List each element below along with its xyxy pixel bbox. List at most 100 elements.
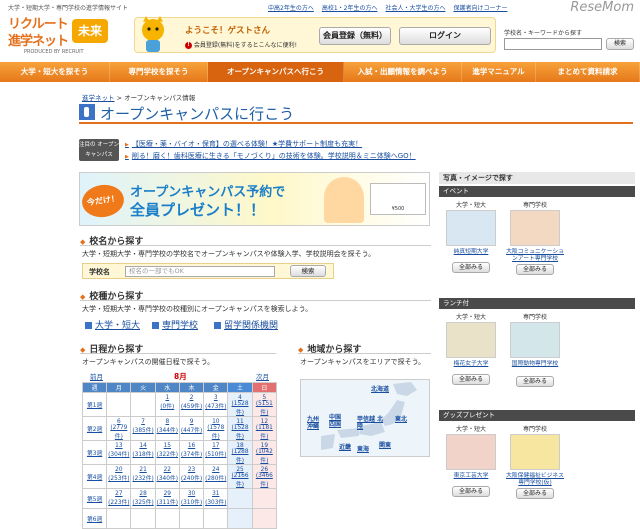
calendar-day[interactable]: 15 (322件) bbox=[154, 440, 180, 465]
day-count: (223件) bbox=[108, 500, 130, 506]
see-all-univ-button[interactable]: 全部みる bbox=[452, 486, 490, 497]
calendar-day[interactable]: 28 (325件) bbox=[130, 488, 156, 509]
region-kanto[interactable]: 関東 bbox=[379, 440, 391, 449]
calendar-day[interactable]: 30 (310件) bbox=[178, 488, 205, 509]
region-kyushu[interactable]: 九州 沖縄 bbox=[307, 416, 321, 430]
calendar-day[interactable]: 25 (2166件) bbox=[227, 464, 253, 489]
site-logo[interactable]: リクルート 進学ネット 未来 PRODUCED BY RECRUIT bbox=[6, 13, 118, 55]
see-all-univ-button[interactable]: 全部みる bbox=[452, 374, 490, 385]
calendar-day[interactable]: 1 (0件) bbox=[154, 392, 180, 417]
region-tohoku[interactable]: 東北 bbox=[395, 414, 407, 423]
top-link-junior[interactable]: 中高2年生の方へ bbox=[268, 3, 314, 12]
voc-photo[interactable] bbox=[510, 210, 560, 246]
notice-label: 注目の オープンキャンパス bbox=[79, 139, 119, 161]
week-link[interactable]: 第3週 bbox=[81, 440, 108, 465]
nav-university[interactable]: 大学・短大を探そう bbox=[0, 62, 110, 82]
calendar-day[interactable]: 12 (1181件) bbox=[251, 416, 278, 441]
calendar-day[interactable]: 24 (280件) bbox=[203, 464, 229, 489]
week-link[interactable]: 第1週 bbox=[81, 392, 108, 417]
nav-vocational[interactable]: 専門学校を探そう bbox=[110, 62, 208, 82]
calendar-day[interactable]: 31 (303件) bbox=[203, 488, 229, 509]
calendar-day[interactable]: 18 (1288件) bbox=[227, 440, 253, 465]
see-all-voc-button[interactable]: 全部みる bbox=[516, 376, 554, 387]
top-link-high[interactable]: 高校1・2年生の方へ bbox=[322, 3, 378, 12]
type-university-link[interactable]: 大学・短大 bbox=[85, 318, 140, 331]
univ-caption-link[interactable]: 梅花女子大学 bbox=[440, 361, 502, 368]
calendar-day[interactable]: 27 (223件) bbox=[106, 488, 132, 509]
univ-caption-link[interactable]: 純真短期大学 bbox=[440, 249, 502, 256]
calendar-day[interactable]: 26 (3466件) bbox=[251, 464, 278, 489]
top-link-parent[interactable]: 保護者向けコーナー bbox=[453, 3, 507, 12]
welcome-sub-text[interactable]: 会員登録(無料)をするとこんなに便利! bbox=[194, 42, 297, 49]
day-number: 28 bbox=[139, 491, 147, 497]
calendar-day[interactable]: 11 (1528件) bbox=[227, 416, 253, 441]
day-number: 15 bbox=[163, 443, 171, 449]
calendar-day[interactable]: 9 (447件) bbox=[178, 416, 205, 441]
voc-photo[interactable] bbox=[510, 434, 560, 470]
page-title: オープンキャンパスに行こう bbox=[100, 105, 295, 123]
region-hokkaido[interactable]: 北海道 bbox=[371, 384, 389, 393]
week-link[interactable]: 第4週 bbox=[81, 464, 108, 489]
calendar-day[interactable]: 3 (473件) bbox=[203, 392, 229, 417]
week-link[interactable]: 第5週 bbox=[81, 488, 108, 509]
calendar-day[interactable]: 23 (240件) bbox=[178, 464, 205, 489]
voc-caption-link[interactable]: 大阪コミュニケーションアート専門学校 bbox=[504, 249, 566, 263]
see-all-voc-button[interactable]: 全部みる bbox=[516, 488, 554, 499]
top-links: 中高2年生の方へ 高校1・2年生の方へ 社会人・大学生の方へ 保護者向けコーナー bbox=[268, 3, 508, 12]
calendar-day[interactable]: 21 (232件) bbox=[130, 464, 156, 489]
login-button[interactable]: ログイン bbox=[399, 27, 491, 45]
nav-manual[interactable]: 進学マニュアル bbox=[462, 62, 536, 82]
calendar-day[interactable]: 2 (459件) bbox=[178, 392, 205, 417]
nav-exam-info[interactable]: 入試・出願情報を調べよう bbox=[344, 62, 462, 82]
type-study-abroad-link[interactable]: 留学関係機関 bbox=[214, 318, 278, 331]
voc-caption-link[interactable]: 国際動物専門学校 bbox=[504, 361, 566, 368]
calendar-day[interactable]: 20 (253件) bbox=[106, 464, 132, 489]
breadcrumb-home[interactable]: 進学ネット bbox=[82, 94, 115, 102]
nav-request[interactable]: まとめて資料請求 bbox=[536, 62, 640, 82]
calendar-day[interactable]: 4 (1528件) bbox=[227, 392, 253, 417]
top-link-adult[interactable]: 社会人・大学生の方へ bbox=[385, 3, 445, 12]
calendar-day[interactable]: 16 (374件) bbox=[178, 440, 205, 465]
calendar-day[interactable]: 13 (304件) bbox=[106, 440, 132, 465]
calendar-next[interactable]: 次月 bbox=[256, 371, 269, 381]
school-name-input[interactable]: 校名の一部でもOK bbox=[125, 266, 275, 277]
school-name-label: 学校名 bbox=[89, 268, 110, 276]
week-link[interactable]: 第6週 bbox=[81, 508, 108, 529]
search-button[interactable]: 検索 bbox=[606, 38, 634, 50]
nav-open-campus[interactable]: オープンキャンパスへ行こう bbox=[208, 62, 344, 82]
see-all-voc-button[interactable]: 全部みる bbox=[516, 264, 554, 275]
region-chugoku[interactable]: 中国 四国 bbox=[329, 414, 343, 428]
calendar-day bbox=[251, 508, 278, 529]
calendar-day[interactable]: 22 (340件) bbox=[154, 464, 180, 489]
week-link[interactable]: 第2週 bbox=[81, 416, 108, 441]
notice-link-2[interactable]: 削る！磨く！歯科医療に生きる「モノづくり」の技術を体験。学校説明＆ミニ体験へGO… bbox=[125, 151, 416, 161]
calendar-day[interactable]: 14 (318件) bbox=[130, 440, 156, 465]
univ-photo[interactable] bbox=[446, 322, 496, 358]
calendar-day[interactable]: 19 (1042件) bbox=[251, 440, 278, 465]
voc-caption-link[interactable]: 大阪保健福祉ビジネス専門学校(仮) bbox=[504, 473, 566, 487]
calendar-day[interactable]: 29 (311件) bbox=[154, 488, 180, 509]
day-number bbox=[156, 509, 179, 511]
promo-banner[interactable]: 今だけ！ オープンキャンパス予約で 全員プレゼント！！ ¥500 bbox=[79, 172, 430, 226]
day-count: (280件) bbox=[205, 476, 227, 482]
notice-link-1[interactable]: 【医療・薬・バイオ・保育】の選べる体験！★学費サポート制度も充実！ bbox=[125, 139, 362, 149]
univ-caption-link[interactable]: 東京工芸大学 bbox=[440, 473, 502, 480]
univ-photo[interactable] bbox=[446, 210, 496, 246]
calendar-day[interactable]: 7 (385件) bbox=[130, 416, 156, 441]
calendar-day[interactable]: 6 (2779件) bbox=[106, 416, 132, 441]
register-button[interactable]: 会員登録（無料） bbox=[319, 27, 391, 45]
univ-photo[interactable] bbox=[446, 434, 496, 470]
region-tokai[interactable]: 東海 bbox=[357, 444, 369, 453]
calendar-day[interactable]: 17 (510件) bbox=[203, 440, 229, 465]
voc-photo[interactable] bbox=[510, 322, 560, 358]
calendar-day[interactable]: 10 (1578件) bbox=[203, 416, 229, 441]
search-input[interactable] bbox=[504, 38, 602, 50]
see-all-univ-button[interactable]: 全部みる bbox=[452, 262, 490, 273]
region-koshinetsu[interactable]: 甲信越 北陸 bbox=[357, 416, 387, 430]
calendar-prev[interactable]: 前月 bbox=[90, 371, 103, 381]
region-kinki[interactable]: 近畿 bbox=[339, 442, 351, 451]
school-search-button[interactable]: 検索 bbox=[290, 265, 326, 277]
calendar-day[interactable]: 5 (5151件) bbox=[251, 392, 278, 417]
calendar-day[interactable]: 8 (344件) bbox=[154, 416, 180, 441]
type-vocational-link[interactable]: 専門学校 bbox=[152, 318, 198, 331]
